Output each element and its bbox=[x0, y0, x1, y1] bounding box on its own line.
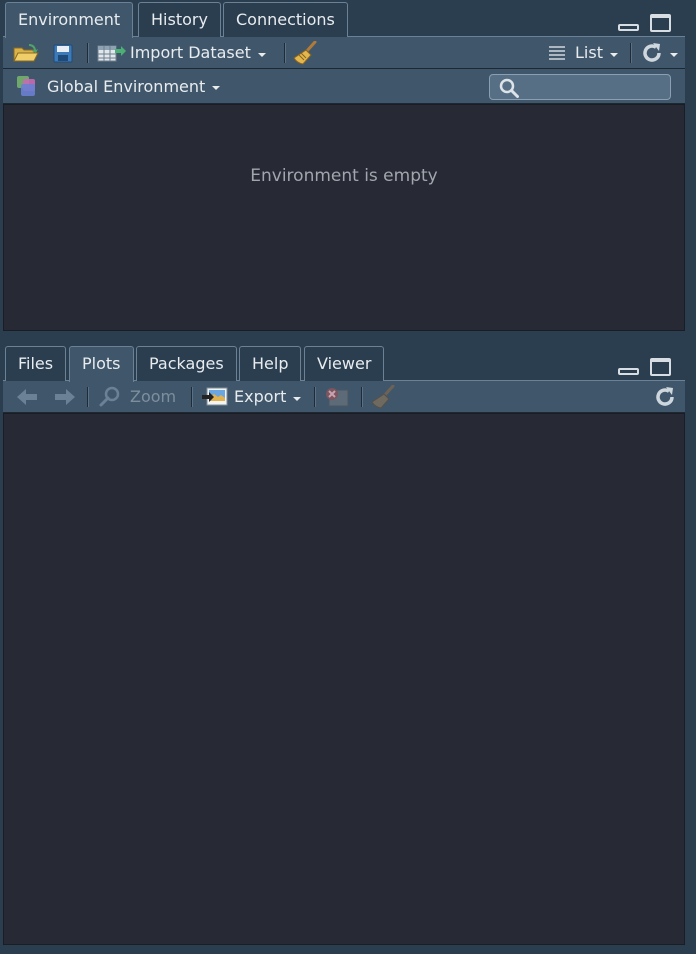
chevron-down-icon bbox=[257, 52, 266, 57]
refresh-icon bbox=[643, 42, 661, 62]
environment-subbar: Global Environment bbox=[3, 69, 685, 104]
table-import-icon bbox=[97, 45, 126, 61]
environment-icon bbox=[17, 76, 35, 96]
remove-plot-button[interactable] bbox=[324, 381, 350, 412]
window-controls bbox=[618, 14, 671, 34]
search-icon bbox=[499, 78, 519, 98]
environment-empty-message: Environment is empty bbox=[250, 166, 438, 186]
broom-icon bbox=[371, 384, 395, 409]
tab-bar: Environment History Connections bbox=[3, 2, 685, 38]
next-plot-button[interactable] bbox=[53, 381, 77, 412]
plots-toolbar: Zoom Export bbox=[3, 381, 685, 413]
zoom-label: Zoom bbox=[130, 387, 177, 406]
tab-help[interactable]: Help bbox=[239, 346, 302, 381]
toolbar-separator bbox=[284, 43, 286, 63]
save-workspace-button[interactable] bbox=[53, 37, 73, 68]
toolbar-separator bbox=[361, 387, 363, 407]
minimize-icon[interactable] bbox=[618, 24, 639, 31]
environment-selector-label: Global Environment bbox=[47, 76, 206, 96]
zoom-button[interactable]: Zoom bbox=[99, 381, 176, 412]
refresh-icon bbox=[656, 386, 674, 406]
tab-plots[interactable]: Plots bbox=[69, 346, 134, 382]
environment-pane: Environment History Connections Import D… bbox=[3, 2, 685, 334]
environment-toolbar: Import Dataset List bbox=[3, 37, 685, 69]
tab-viewer[interactable]: Viewer bbox=[304, 346, 385, 381]
clear-workspace-button[interactable] bbox=[293, 37, 319, 68]
environment-selector[interactable]: Global Environment bbox=[15, 69, 221, 103]
plot-canvas bbox=[3, 413, 685, 945]
view-mode-dropdown[interactable]: List bbox=[548, 37, 618, 68]
arrow-left-icon bbox=[17, 388, 37, 405]
import-dataset-label: Import Dataset bbox=[130, 43, 251, 62]
remove-plot-icon bbox=[326, 387, 349, 406]
refresh-plot-button[interactable] bbox=[653, 381, 677, 412]
chevron-down-icon bbox=[293, 396, 302, 401]
arrow-right-icon bbox=[55, 388, 75, 405]
plots-pane: Files Plots Packages Help Viewer Zoom Ex… bbox=[3, 346, 685, 945]
export-icon bbox=[202, 387, 228, 405]
previous-plot-button[interactable] bbox=[15, 381, 39, 412]
toolbar-separator bbox=[87, 43, 89, 63]
tab-packages[interactable]: Packages bbox=[136, 346, 237, 381]
maximize-icon[interactable] bbox=[650, 14, 671, 32]
view-mode-label: List bbox=[575, 43, 603, 62]
load-workspace-button[interactable] bbox=[11, 37, 41, 68]
tab-files[interactable]: Files bbox=[5, 346, 67, 381]
tab-bar: Files Plots Packages Help Viewer bbox=[3, 346, 685, 382]
toolbar-separator bbox=[87, 387, 89, 407]
clear-plots-button[interactable] bbox=[371, 381, 397, 412]
export-button[interactable]: Export bbox=[201, 381, 302, 412]
toolbar-separator bbox=[314, 387, 316, 407]
chevron-down-icon bbox=[212, 86, 221, 90]
chevron-down-icon bbox=[670, 52, 678, 57]
tab-environment[interactable]: Environment bbox=[5, 2, 134, 38]
environment-content bbox=[3, 104, 685, 331]
minimize-icon[interactable] bbox=[618, 368, 639, 375]
zoom-icon bbox=[99, 386, 120, 406]
tab-connections[interactable]: Connections bbox=[223, 2, 348, 37]
broom-icon bbox=[293, 40, 317, 65]
chevron-down-icon bbox=[609, 52, 618, 57]
maximize-icon[interactable] bbox=[650, 358, 671, 376]
window-controls bbox=[618, 358, 671, 378]
toolbar-separator bbox=[191, 387, 193, 407]
refresh-environment-button[interactable] bbox=[640, 37, 678, 68]
import-dataset-button[interactable]: Import Dataset bbox=[97, 37, 266, 68]
save-icon bbox=[53, 44, 73, 62]
list-icon bbox=[549, 45, 565, 60]
search-input[interactable] bbox=[489, 74, 671, 100]
toolbar-separator bbox=[630, 43, 632, 63]
open-folder-icon bbox=[13, 43, 39, 61]
tab-history[interactable]: History bbox=[138, 2, 221, 37]
export-label: Export bbox=[234, 387, 287, 406]
